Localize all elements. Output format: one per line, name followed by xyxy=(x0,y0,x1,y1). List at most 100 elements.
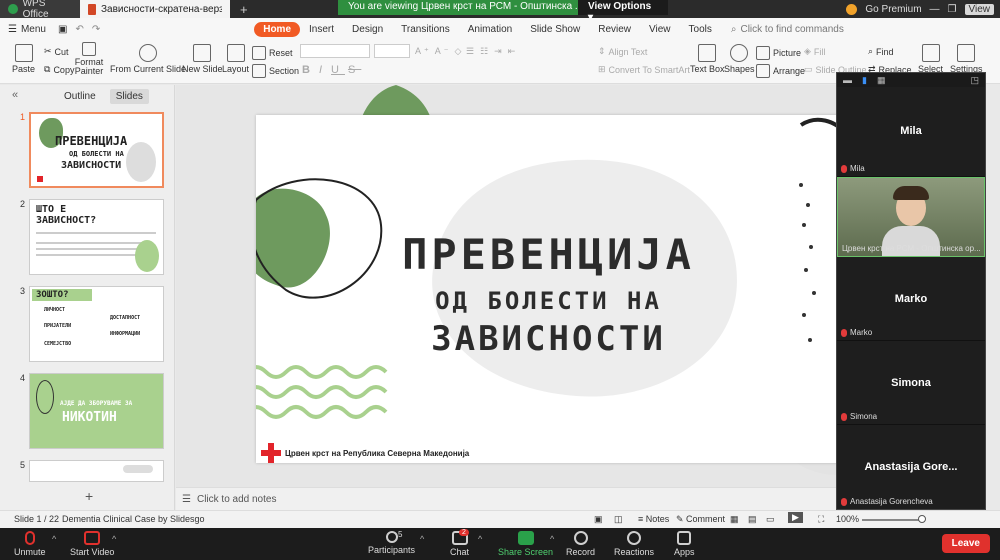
slide-title2[interactable]: ЗАВИСНОСТИ xyxy=(256,319,836,359)
paragraph-buttons[interactable]: ☰ ☷ ⇥ ⇤ xyxy=(466,46,518,57)
participant-tile-mila[interactable]: Mila Mila xyxy=(837,87,985,177)
start-video-button[interactable]: Start Video xyxy=(70,531,114,557)
protect-icon[interactable]: ◫ xyxy=(614,514,623,525)
audio-options-chevron-icon[interactable]: ^ xyxy=(52,534,56,544)
zoom-view-button[interactable]: View xyxy=(964,3,994,15)
clear-format-icon[interactable]: ◇ xyxy=(455,46,465,57)
font-name-select[interactable] xyxy=(300,44,370,58)
reset-button[interactable]: Reset xyxy=(252,46,293,60)
from-current-slide-button[interactable]: From Current Slide xyxy=(110,44,186,74)
tab-tools[interactable]: Tools xyxy=(680,22,721,37)
chat-button[interactable]: 2 Chat xyxy=(450,529,469,557)
participants-chevron-icon[interactable]: ^ xyxy=(420,534,424,544)
tab-transitions[interactable]: Transitions xyxy=(392,22,459,37)
tab-review[interactable]: Review xyxy=(589,22,640,37)
font-format-buttons[interactable]: B I U S xyxy=(302,64,361,76)
zoom-slider-track[interactable] xyxy=(862,519,922,521)
arrange-button[interactable]: Arrange xyxy=(756,64,805,78)
spell-check-icon[interactable]: ▣ xyxy=(594,514,603,525)
unmute-button[interactable]: Unmute xyxy=(14,531,46,557)
fit-slide-icon[interactable]: ⛶ xyxy=(818,514,824,525)
popout-panel-icon[interactable]: ◳ xyxy=(970,75,979,86)
settings-button[interactable]: Settings xyxy=(950,44,983,74)
shapes-button[interactable]: Shapes xyxy=(724,44,755,74)
select-button[interactable]: Select xyxy=(918,44,943,74)
font-size-buttons[interactable]: A⁺ A⁻ ◇ xyxy=(415,46,464,57)
slide-thumbnail-3[interactable]: ЗОШТО? ЛИЧНОСТ ПРИЈАТЕЛИ СЕМЕЈСТВО ДОСТА… xyxy=(29,286,164,362)
apps-button[interactable]: Apps xyxy=(674,531,695,557)
participant-tile-simona[interactable]: Simona Simona xyxy=(837,341,985,425)
layout-button[interactable]: Layout xyxy=(222,44,249,74)
section-button[interactable]: Section xyxy=(252,64,299,78)
copy-button[interactable]: ⧉ Copy xyxy=(44,64,74,75)
new-slide-button[interactable]: New Slide xyxy=(182,44,223,74)
menu-button[interactable]: ☰ Menu xyxy=(0,24,54,35)
convert-smartart-button[interactable]: ⊞ Convert To SmartArt xyxy=(598,64,690,75)
new-tab-button[interactable]: + xyxy=(230,2,258,17)
slide-subtitle[interactable]: ОД БОЛЕСТИ НА xyxy=(256,287,836,315)
user-avatar[interactable] xyxy=(846,3,858,15)
tab-design[interactable]: Design xyxy=(343,22,392,37)
reading-view-icon[interactable]: ▭ xyxy=(766,514,775,525)
undo-icon[interactable]: ↶ xyxy=(71,24,87,35)
format-painter-button[interactable]: Format Painter xyxy=(74,42,104,76)
zoom-level[interactable]: 100% xyxy=(836,514,859,524)
zoom-slider-handle[interactable] xyxy=(918,515,926,523)
find-button[interactable]: ⌕ Find xyxy=(868,46,894,57)
slide-thumbnail-5[interactable] xyxy=(29,460,164,482)
wps-office-tab[interactable]: WPS Office xyxy=(0,0,80,20)
shrink-font-icon[interactable]: A⁻ xyxy=(435,46,452,57)
find-commands-box[interactable]: ⌕ Click to find commands xyxy=(731,24,844,35)
numbering-icon[interactable]: ☷ xyxy=(480,46,491,57)
bold-icon[interactable]: B xyxy=(302,64,316,76)
current-slide[interactable]: ПРЕВЕНЦИЈА ОД БОЛЕСТИ НА ЗАВИСНОСТИ Црве… xyxy=(256,115,836,463)
fill-button[interactable]: ◈ Fill xyxy=(804,46,825,57)
document-tab[interactable]: Зависности-скратена-верзија xyxy=(80,0,230,18)
slide-thumbnail-1[interactable]: ПРЕВЕНЦИЈА ОД БОЛЕСТИ НА ЗАВИСНОСТИ xyxy=(29,112,164,188)
strikethrough-icon[interactable]: S xyxy=(348,64,361,76)
text-box-button[interactable]: Text Box xyxy=(690,44,725,74)
normal-view-icon[interactable]: ▦ xyxy=(730,514,739,525)
slide-title[interactable]: ПРЕВЕНЦИЈА xyxy=(256,230,836,279)
slide-thumbnail-2[interactable]: ШТО Е ЗАВИСНОСТ? xyxy=(29,199,164,275)
go-premium-link[interactable]: Go Premium xyxy=(865,4,921,15)
participants-button[interactable]: Participants xyxy=(368,531,415,555)
participant-video-tile[interactable]: Црвен крст на РСМ - Општинска ор... xyxy=(837,177,985,257)
gallery-view-icon[interactable]: ▦ xyxy=(877,75,886,86)
font-size-select[interactable] xyxy=(374,44,410,58)
add-slide-button[interactable]: + xyxy=(85,488,93,504)
tab-slides[interactable]: Slides xyxy=(109,88,149,104)
bullets-icon[interactable]: ☰ xyxy=(466,46,477,57)
italic-icon[interactable]: I xyxy=(319,64,328,76)
leave-button[interactable]: Leave xyxy=(941,534,990,553)
slide-sorter-icon[interactable]: ▤ xyxy=(748,514,757,525)
tab-outline[interactable]: Outline xyxy=(64,91,96,102)
minimize-panel-icon[interactable]: ▬ xyxy=(843,75,852,85)
chat-chevron-icon[interactable]: ^ xyxy=(478,534,482,544)
share-chevron-icon[interactable]: ^ xyxy=(550,534,554,544)
restore-icon[interactable]: ❐ xyxy=(948,4,957,15)
tab-animation[interactable]: Animation xyxy=(459,22,521,37)
video-options-chevron-icon[interactable]: ^ xyxy=(112,534,116,544)
speaker-view-icon[interactable]: ▮ xyxy=(862,75,867,86)
participant-tile-anastasija[interactable]: Anastasija Gore... Anastasija Gorencheva xyxy=(837,425,985,509)
record-button[interactable]: Record xyxy=(566,531,595,557)
save-icon[interactable]: ▣ xyxy=(54,24,71,35)
slide-thumbnail-4[interactable]: АЈДЕ ДА ЗБОРУВАМЕ ЗА НИКОТИН xyxy=(29,373,164,449)
notes-area[interactable]: ☰ Click to add notes xyxy=(176,487,836,510)
tab-view[interactable]: View xyxy=(640,22,680,37)
notes-button[interactable]: ≡ Notes xyxy=(638,514,669,524)
align-text-button[interactable]: ⇕ Align Text xyxy=(598,46,647,57)
cut-button[interactable]: ✂ Cut xyxy=(44,46,69,57)
picture-button[interactable]: Picture xyxy=(756,46,801,60)
redo-icon[interactable]: ↷ xyxy=(88,24,104,35)
grow-font-icon[interactable]: A⁺ xyxy=(415,46,432,57)
paste-button[interactable]: Paste xyxy=(12,44,35,74)
underline-icon[interactable]: U xyxy=(331,64,345,76)
tab-home[interactable]: Home xyxy=(254,21,301,37)
view-options-button[interactable]: View Options ▾ xyxy=(578,0,668,23)
minimize-icon[interactable]: — xyxy=(930,4,940,15)
indent-icon[interactable]: ⇥ xyxy=(494,46,505,57)
reactions-button[interactable]: Reactions xyxy=(614,531,654,557)
tab-insert[interactable]: Insert xyxy=(300,22,343,37)
